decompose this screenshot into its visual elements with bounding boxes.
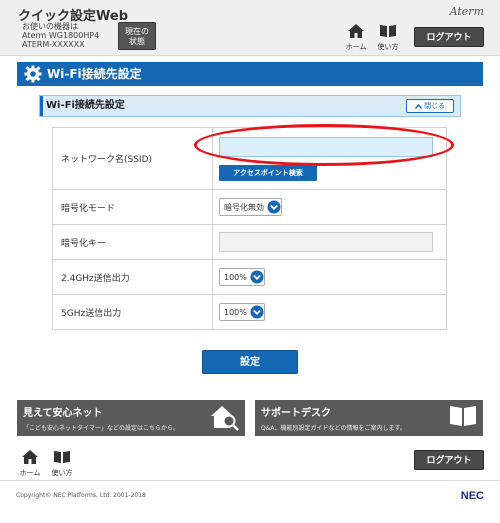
home-icon: [22, 450, 38, 464]
home-icon: [348, 24, 364, 38]
encryption-mode-select[interactable]: 暗号化無効: [219, 198, 282, 216]
safe-net-card[interactable]: 見えて安心ネット 「こども安心ネットタイマー」などの設定はこちらから。: [17, 400, 245, 436]
page-title-bar: Wi-Fi接続先設定: [17, 62, 483, 86]
safe-net-desc: 「こども安心ネットタイマー」などの設定はこちらから。: [23, 425, 180, 432]
gear-icon: [24, 65, 42, 83]
encryption-mode-label: 暗号化モード: [52, 189, 213, 225]
power-5ghz-select[interactable]: 100%: [219, 303, 265, 321]
set-button[interactable]: 設定: [202, 350, 298, 374]
support-desk-desc: Q&A、機能別設定ガイドなどの情報をご案内します。: [261, 425, 406, 432]
footer-home-label: ホーム: [19, 469, 41, 477]
device-caption: お使いの機器は: [22, 22, 78, 31]
encryption-key-cell: [212, 224, 447, 260]
book-icon: [380, 25, 396, 37]
power-5ghz-value: 100%: [224, 307, 247, 317]
power-24ghz-label: 2.4GHz送信出力: [52, 259, 213, 295]
aterm-logo: Aterm: [449, 5, 484, 18]
table-row: ネットワーク名(SSID) アクセスポイント検索: [52, 127, 447, 190]
chevron-down-icon: [250, 270, 264, 284]
encryption-mode-cell: 暗号化無効: [212, 189, 447, 225]
manual-nav-button[interactable]: 使い方: [376, 24, 400, 52]
chevron-up-icon: [414, 103, 422, 109]
power-24ghz-cell: 100%: [212, 259, 447, 295]
table-row: 2.4GHz送信出力 100%: [52, 259, 447, 295]
current-status-button[interactable]: 現在の 状態: [118, 22, 156, 50]
table-row: 5GHz送信出力 100%: [52, 294, 447, 330]
footer-manual-label: 使い方: [51, 469, 73, 477]
logout-button[interactable]: ログアウト: [414, 27, 484, 47]
section-title: Wi-Fi接続先設定: [46, 100, 125, 111]
current-status-label: 現在の 状態: [125, 27, 149, 46]
collapse-button[interactable]: 閉じる: [406, 99, 454, 113]
ssid-label: ネットワーク名(SSID): [52, 127, 213, 190]
manual-label: 使い方: [377, 43, 399, 51]
home-label: ホーム: [345, 43, 367, 51]
access-point-search-button[interactable]: アクセスポイント検索: [219, 164, 317, 181]
section-header: Wi-Fi接続先設定 閉じる: [39, 95, 461, 117]
book-icon: [54, 451, 70, 463]
home-nav-button[interactable]: ホーム: [344, 24, 368, 52]
table-row: 暗号化モード 暗号化無効: [52, 189, 447, 225]
footer-divider: [0, 480, 500, 481]
power-24ghz-select[interactable]: 100%: [219, 268, 265, 286]
footer-manual-button[interactable]: 使い方: [50, 450, 74, 478]
support-desk-card[interactable]: サポートデスク Q&A、機能別設定ガイドなどの情報をご案内します。: [255, 400, 483, 436]
footer-home-button[interactable]: ホーム: [18, 450, 42, 478]
device-model: Aterm WG1800HP4: [22, 31, 100, 40]
device-name: ATERM-XXXXXX: [22, 40, 85, 49]
safe-net-title: 見えて安心ネット: [23, 408, 103, 419]
copyright: Copyright© NEC Platforms, Ltd. 2001-2018: [16, 492, 146, 499]
encryption-key-input[interactable]: [219, 232, 433, 252]
encryption-mode-value: 暗号化無効: [224, 202, 264, 212]
power-24ghz-value: 100%: [224, 272, 247, 282]
power-5ghz-label: 5GHz送信出力: [52, 294, 213, 330]
collapse-label: 閉じる: [424, 102, 446, 110]
book-icon: [450, 406, 476, 426]
chevron-down-icon: [267, 200, 281, 214]
home-search-icon: [211, 406, 239, 431]
wifi-settings-table: ネットワーク名(SSID) アクセスポイント検索 暗号化モード 暗号化無効 暗号…: [52, 127, 447, 330]
footer-logout-button[interactable]: ログアウト: [414, 450, 484, 470]
chevron-down-icon: [250, 305, 264, 319]
nec-logo: NEC: [460, 490, 484, 502]
ssid-cell: アクセスポイント検索: [212, 127, 447, 190]
support-desk-title: サポートデスク: [261, 408, 331, 419]
header: クイック設定Web お使いの機器は Aterm WG1800HP4 ATERM-…: [0, 0, 500, 56]
encryption-key-label: 暗号化キー: [52, 224, 213, 260]
device-info: お使いの機器は Aterm WG1800HP4 ATERM-XXXXXX: [22, 22, 99, 49]
table-row: 暗号化キー: [52, 224, 447, 260]
ssid-input[interactable]: [219, 136, 433, 157]
page-title: Wi-Fi接続先設定: [47, 67, 142, 81]
power-5ghz-cell: 100%: [212, 294, 447, 330]
